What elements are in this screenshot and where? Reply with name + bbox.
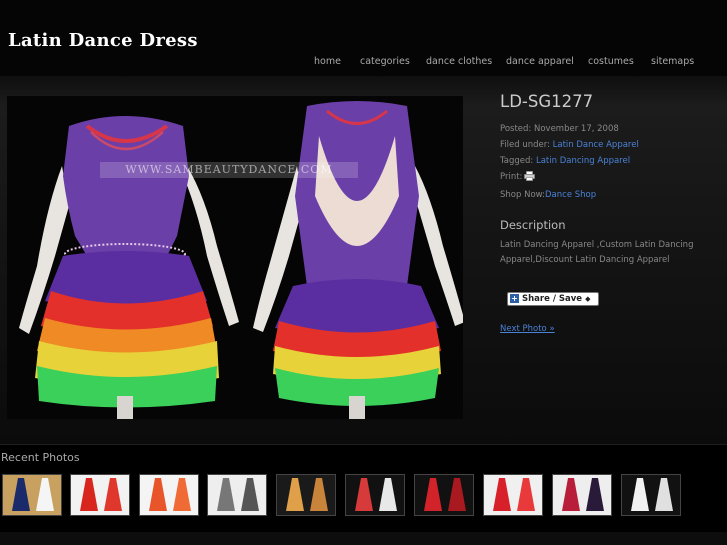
- nav-item-categories[interactable]: categories: [360, 56, 410, 67]
- nav-item-home[interactable]: home: [314, 56, 341, 67]
- nav-item-dance-apparel[interactable]: dance apparel: [506, 56, 574, 67]
- photo-title: LD-SG1277: [500, 92, 594, 111]
- recent-photo-thumbnail[interactable]: [70, 474, 130, 516]
- recent-photo-thumbnail[interactable]: [483, 474, 543, 516]
- nav-item-costumes[interactable]: costumes: [588, 56, 634, 67]
- nav-item-dance-clothes[interactable]: dance clothes: [426, 56, 492, 67]
- share-plus-icon: +: [510, 294, 519, 303]
- recent-photo-thumbnail[interactable]: [2, 474, 62, 516]
- next-photo-link[interactable]: Next Photo »: [500, 324, 555, 334]
- tagged-line: Tagged: Latin Dancing Apparel: [500, 153, 720, 169]
- main-photo[interactable]: WWW.SAMBEAUTYDANCE.COM: [7, 96, 463, 419]
- recent-photos-heading: Recent Photos: [1, 451, 80, 464]
- thumbnail-image: [553, 475, 611, 515]
- main-nav: home categories dance clothes dance appa…: [0, 56, 727, 70]
- recent-photo-thumbnail[interactable]: [552, 474, 612, 516]
- description-text: Latin Dancing Apparel ,Custom Latin Danc…: [500, 240, 694, 265]
- print-line: Print:: [500, 169, 720, 187]
- thumbnail-image: [622, 475, 680, 515]
- filed-under-label: Filed under:: [500, 140, 550, 150]
- thumbnail-image: [3, 475, 61, 515]
- recent-photo-thumbnail[interactable]: [276, 474, 336, 516]
- posted-date: November 17, 2008: [533, 124, 619, 134]
- share-save-label: Share / Save: [522, 294, 583, 304]
- thumbnail-image: [140, 475, 198, 515]
- recent-photo-thumbnail[interactable]: [207, 474, 267, 516]
- back-dress: [253, 101, 463, 419]
- filed-under-link[interactable]: Latin Dance Apparel: [553, 140, 639, 150]
- posted-label: Posted:: [500, 124, 532, 134]
- site-title[interactable]: Latin Dance Dress: [8, 30, 198, 51]
- site-header: Latin Dance Dress home categories dance …: [0, 0, 727, 76]
- share-save-button[interactable]: + Share / Save ◆: [507, 292, 599, 306]
- recent-photo-thumbnail[interactable]: [139, 474, 199, 516]
- thumbnail-image: [346, 475, 404, 515]
- dress-photo-illustration: [19, 101, 463, 419]
- tag-link[interactable]: Latin Dancing Apparel: [536, 156, 630, 166]
- nav-item-sitemaps[interactable]: sitemaps: [651, 56, 694, 67]
- chevron-down-icon: ◆: [585, 295, 591, 303]
- recent-photo-thumbnail[interactable]: [345, 474, 405, 516]
- thumbnail-image: [277, 475, 335, 515]
- print-label: Print:: [500, 172, 523, 182]
- shop-now-label: Shop Now:: [500, 190, 545, 200]
- footer-bar: [0, 532, 727, 545]
- thumbnail-image: [415, 475, 473, 515]
- recent-photo-thumbnail[interactable]: [621, 474, 681, 516]
- description-heading: Description: [500, 218, 566, 232]
- tagged-label: Tagged:: [500, 156, 534, 166]
- shop-now-link[interactable]: Dance Shop: [545, 190, 596, 200]
- shop-now-line: Shop Now:Dance Shop: [500, 187, 720, 203]
- filed-under-line: Filed under: Latin Dance Apparel: [500, 137, 720, 153]
- printer-icon[interactable]: [524, 171, 536, 187]
- photo-watermark: WWW.SAMBEAUTYDANCE.COM: [100, 162, 358, 178]
- thumbnail-image: [484, 475, 542, 515]
- thumbnail-image: [71, 475, 129, 515]
- posted-line: Posted: November 17, 2008: [500, 121, 720, 137]
- section-divider: [0, 444, 727, 445]
- thumbnail-image: [208, 475, 266, 515]
- photo-info-panel: LD-SG1277 Posted: November 17, 2008 File…: [500, 92, 720, 334]
- recent-photo-thumbnail[interactable]: [414, 474, 474, 516]
